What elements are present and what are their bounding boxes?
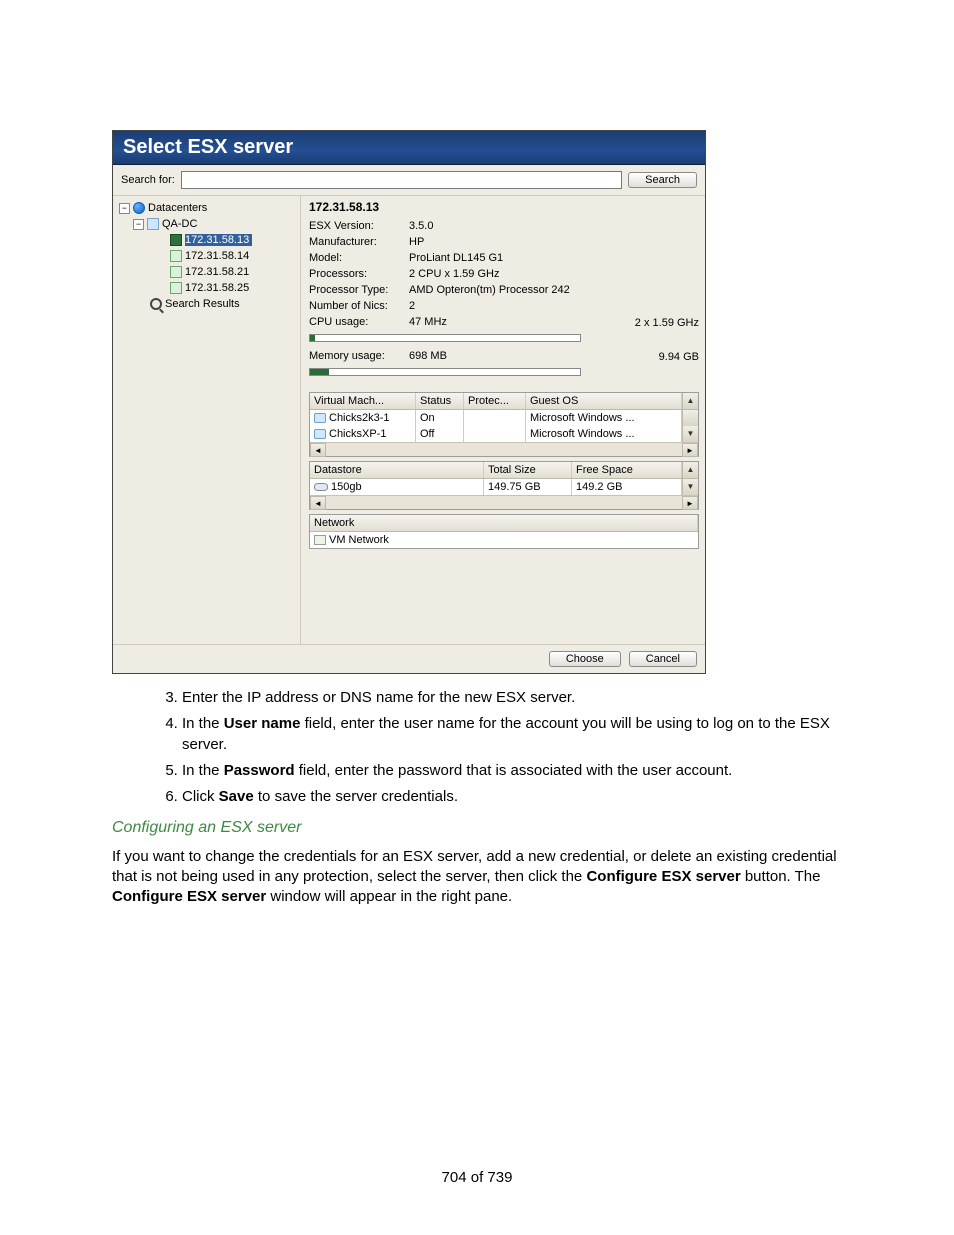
table-row[interactable]: Chicks2k3-1 On Microsoft Windows ... — [310, 410, 698, 426]
details-heading: 172.31.58.13 — [309, 200, 699, 214]
select-esx-dialog: Select ESX server Search for: Search − D… — [112, 130, 706, 674]
document-body: Enter the IP address or DNS name for the… — [112, 688, 842, 1188]
cancel-button[interactable]: Cancel — [629, 651, 697, 667]
choose-button[interactable]: Choose — [549, 651, 621, 667]
memory-usage-value: 698 MB — [409, 348, 447, 364]
scroll-right-icon[interactable]: ► — [682, 443, 698, 457]
cpu-usage-bar: 2 x 1.59 GHz — [309, 331, 699, 345]
tree-search-results[interactable]: Search Results — [119, 296, 296, 312]
collapse-icon[interactable]: − — [119, 203, 130, 214]
tree-host[interactable]: 172.31.58.14 — [119, 248, 296, 264]
host-icon — [169, 265, 183, 279]
details-pane: 172.31.58.13 ESX Version:3.5.0 Manufactu… — [301, 196, 705, 644]
search-icon — [149, 297, 163, 311]
host-icon — [169, 281, 183, 295]
search-bar: Search for: Search — [113, 165, 705, 196]
tree-results-label: Search Results — [165, 298, 240, 310]
detail-value: 3.5.0 — [409, 218, 433, 234]
detail-row: Processors:2 CPU x 1.59 GHz — [309, 266, 699, 282]
scroll-left-icon[interactable]: ◄ — [310, 496, 326, 510]
section-heading: Configuring an ESX server — [112, 817, 842, 839]
host-icon — [169, 233, 183, 247]
detail-value: HP — [409, 234, 424, 250]
detail-value: 2 CPU x 1.59 GHz — [409, 266, 499, 282]
tree-host-label: 172.31.58.21 — [185, 266, 249, 278]
section-paragraph: If you want to change the credentials fo… — [112, 847, 842, 908]
step-5: In the Password field, enter the passwor… — [182, 761, 842, 781]
scroll-right-icon[interactable]: ► — [682, 496, 698, 510]
hscrollbar[interactable]: ◄ ► — [310, 442, 698, 456]
tree-host-label: 172.31.58.25 — [185, 282, 249, 294]
memory-usage-bar: 9.94 GB — [309, 365, 699, 379]
scroll-down-icon[interactable]: ▼ — [682, 426, 698, 442]
scroll-left-icon[interactable]: ◄ — [310, 443, 326, 457]
detail-row: ESX Version:3.5.0 — [309, 218, 699, 234]
search-input[interactable] — [181, 171, 622, 189]
datacenter-icon — [146, 217, 160, 231]
dialog-title-bar[interactable]: Select ESX server — [113, 131, 705, 165]
step-3: Enter the IP address or DNS name for the… — [182, 688, 842, 708]
table-row[interactable]: 150gb 149.75 GB 149.2 GB ▼ — [310, 479, 698, 495]
detail-row: Number of Nics:2 — [309, 298, 699, 314]
dialog-footer: Choose Cancel — [113, 644, 705, 673]
detail-value: ProLiant DL145 G1 — [409, 250, 503, 266]
server-tree[interactable]: − Datacenters − QA-DC 172.31.58.13 172.3… — [113, 196, 301, 644]
tree-root[interactable]: − Datacenters — [119, 200, 296, 216]
network-icon — [314, 535, 326, 545]
network-grid[interactable]: Network VM Network — [309, 514, 699, 549]
tree-host[interactable]: 172.31.58.25 — [119, 280, 296, 296]
scroll-up-icon[interactable]: ▲ — [682, 462, 698, 478]
host-icon — [169, 249, 183, 263]
memory-max-label: 9.94 GB — [659, 351, 699, 363]
tree-host[interactable]: 172.31.58.13 — [119, 232, 296, 248]
tree-datacenter[interactable]: − QA-DC — [119, 216, 296, 232]
tree-host-label: 172.31.58.14 — [185, 250, 249, 262]
scroll-stub[interactable] — [682, 410, 698, 426]
tree-host-label: 172.31.58.13 — [185, 234, 252, 246]
cpu-max-label: 2 x 1.59 GHz — [635, 317, 699, 329]
datastore-icon — [314, 483, 328, 491]
detail-row: Manufacturer:HP — [309, 234, 699, 250]
memory-usage-row: Memory usage:698 MB — [309, 348, 699, 364]
scroll-down-icon[interactable]: ▼ — [682, 479, 698, 495]
collapse-icon[interactable]: − — [133, 219, 144, 230]
globe-icon — [132, 201, 146, 215]
datastore-grid-header: Datastore Total Size Free Space ▲ — [310, 462, 698, 479]
search-label: Search for: — [121, 174, 175, 186]
vm-grid[interactable]: Virtual Mach... Status Protec... Guest O… — [309, 392, 699, 457]
tree-root-label: Datacenters — [148, 202, 207, 214]
table-row[interactable]: VM Network — [310, 532, 698, 548]
vm-icon — [314, 429, 326, 439]
search-button[interactable]: Search — [628, 172, 697, 188]
vm-grid-header: Virtual Mach... Status Protec... Guest O… — [310, 393, 698, 410]
datastore-grid[interactable]: Datastore Total Size Free Space ▲ 150gb … — [309, 461, 699, 510]
hscrollbar[interactable]: ◄ ► — [310, 495, 698, 509]
tree-dc-label: QA-DC — [162, 218, 197, 230]
table-row[interactable]: ChicksXP-1 Off Microsoft Windows ... ▼ — [310, 426, 698, 442]
detail-value: AMD Opteron(tm) Processor 242 — [409, 282, 570, 298]
tree-host[interactable]: 172.31.58.21 — [119, 264, 296, 280]
step-4: In the User name field, enter the user n… — [182, 714, 842, 755]
scroll-up-icon[interactable]: ▲ — [682, 393, 698, 409]
detail-row: Processor Type:AMD Opteron(tm) Processor… — [309, 282, 699, 298]
network-grid-header: Network — [310, 515, 698, 532]
detail-row: Model:ProLiant DL145 G1 — [309, 250, 699, 266]
dialog-title: Select ESX server — [123, 136, 293, 159]
page-number: 704 of 739 — [112, 1168, 842, 1188]
detail-value: 2 — [409, 298, 415, 314]
cpu-usage-value: 47 MHz — [409, 314, 447, 330]
vm-icon — [314, 413, 326, 423]
step-6: Click Save to save the server credential… — [182, 787, 842, 807]
